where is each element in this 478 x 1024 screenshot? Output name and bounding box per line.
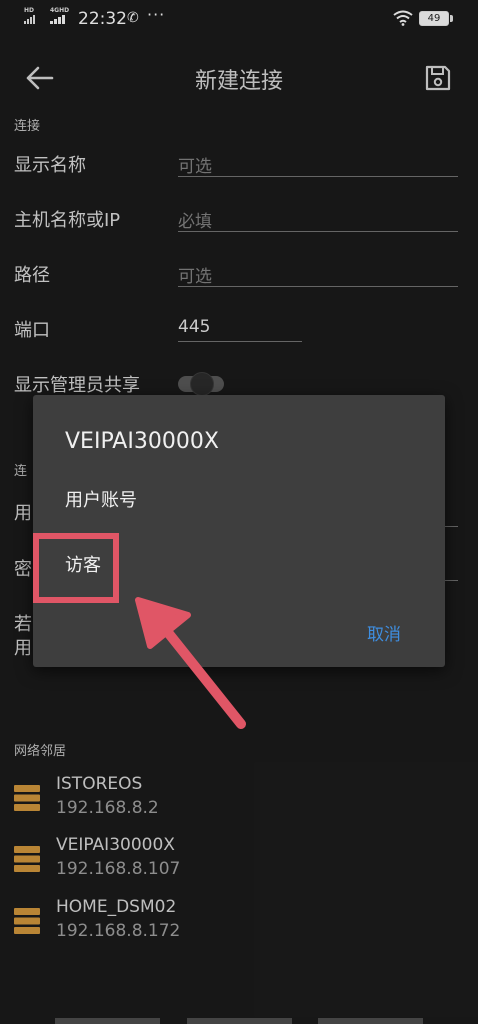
cancel-button[interactable]: 取消 <box>367 620 401 645</box>
highlight-box <box>33 533 119 603</box>
login-type-dialog: VEIPAI30000X 用户账号 访客 取消 <box>33 395 445 667</box>
user-account-option[interactable]: 用户账号 <box>65 486 137 512</box>
dialog-title: VEIPAI30000X <box>65 429 219 454</box>
